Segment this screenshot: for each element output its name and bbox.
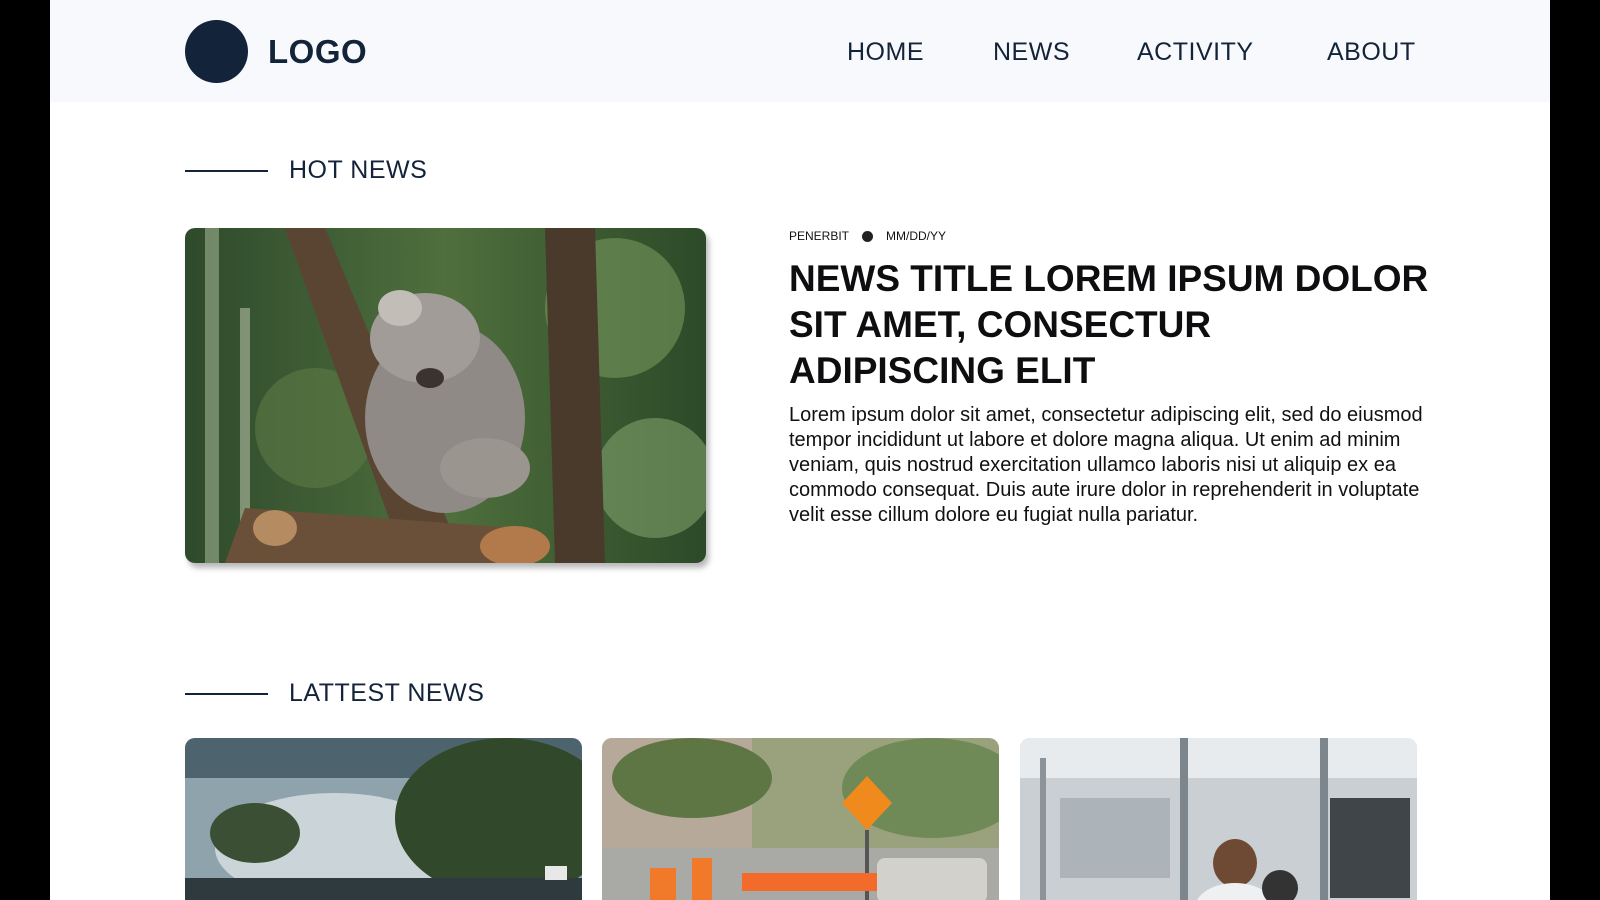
main-nav: HOME NEWS ACTIVITY ABOUT (50, 38, 1550, 68)
latest-news-card-3[interactable] (1020, 738, 1417, 900)
hot-news-image[interactable] (185, 228, 706, 563)
latest-news-card-1[interactable] (185, 738, 582, 900)
hot-news-heading: HOT NEWS (289, 156, 428, 184)
page: LOGO HOME NEWS ACTIVITY ABOUT HOT NEWS P… (50, 0, 1550, 900)
nav-activity[interactable]: ACTIVITY (1137, 38, 1254, 67)
article-date: MM/DD/YY (886, 229, 947, 243)
hot-news-divider (185, 170, 268, 172)
nav-news[interactable]: NEWS (993, 38, 1070, 67)
latest-news-card-2[interactable] (602, 738, 999, 900)
site-header: LOGO HOME NEWS ACTIVITY ABOUT (50, 0, 1550, 102)
publisher-label: PENERBIT (789, 229, 850, 243)
hot-news-body: Lorem ipsum dolor sit amet, consectetur … (789, 404, 1423, 526)
nav-about[interactable]: ABOUT (1327, 38, 1416, 67)
article-meta: PENERBIT MM/DD/YY (789, 229, 946, 243)
hot-news-title[interactable]: NEWS TITLE LOREM IPSUM DOLOR SIT AMET, C… (789, 256, 1429, 394)
separator-dot-icon (862, 230, 874, 242)
latest-news-heading: LATTEST NEWS (289, 679, 485, 707)
latest-news-divider (185, 693, 268, 695)
nav-home[interactable]: HOME (847, 38, 924, 67)
